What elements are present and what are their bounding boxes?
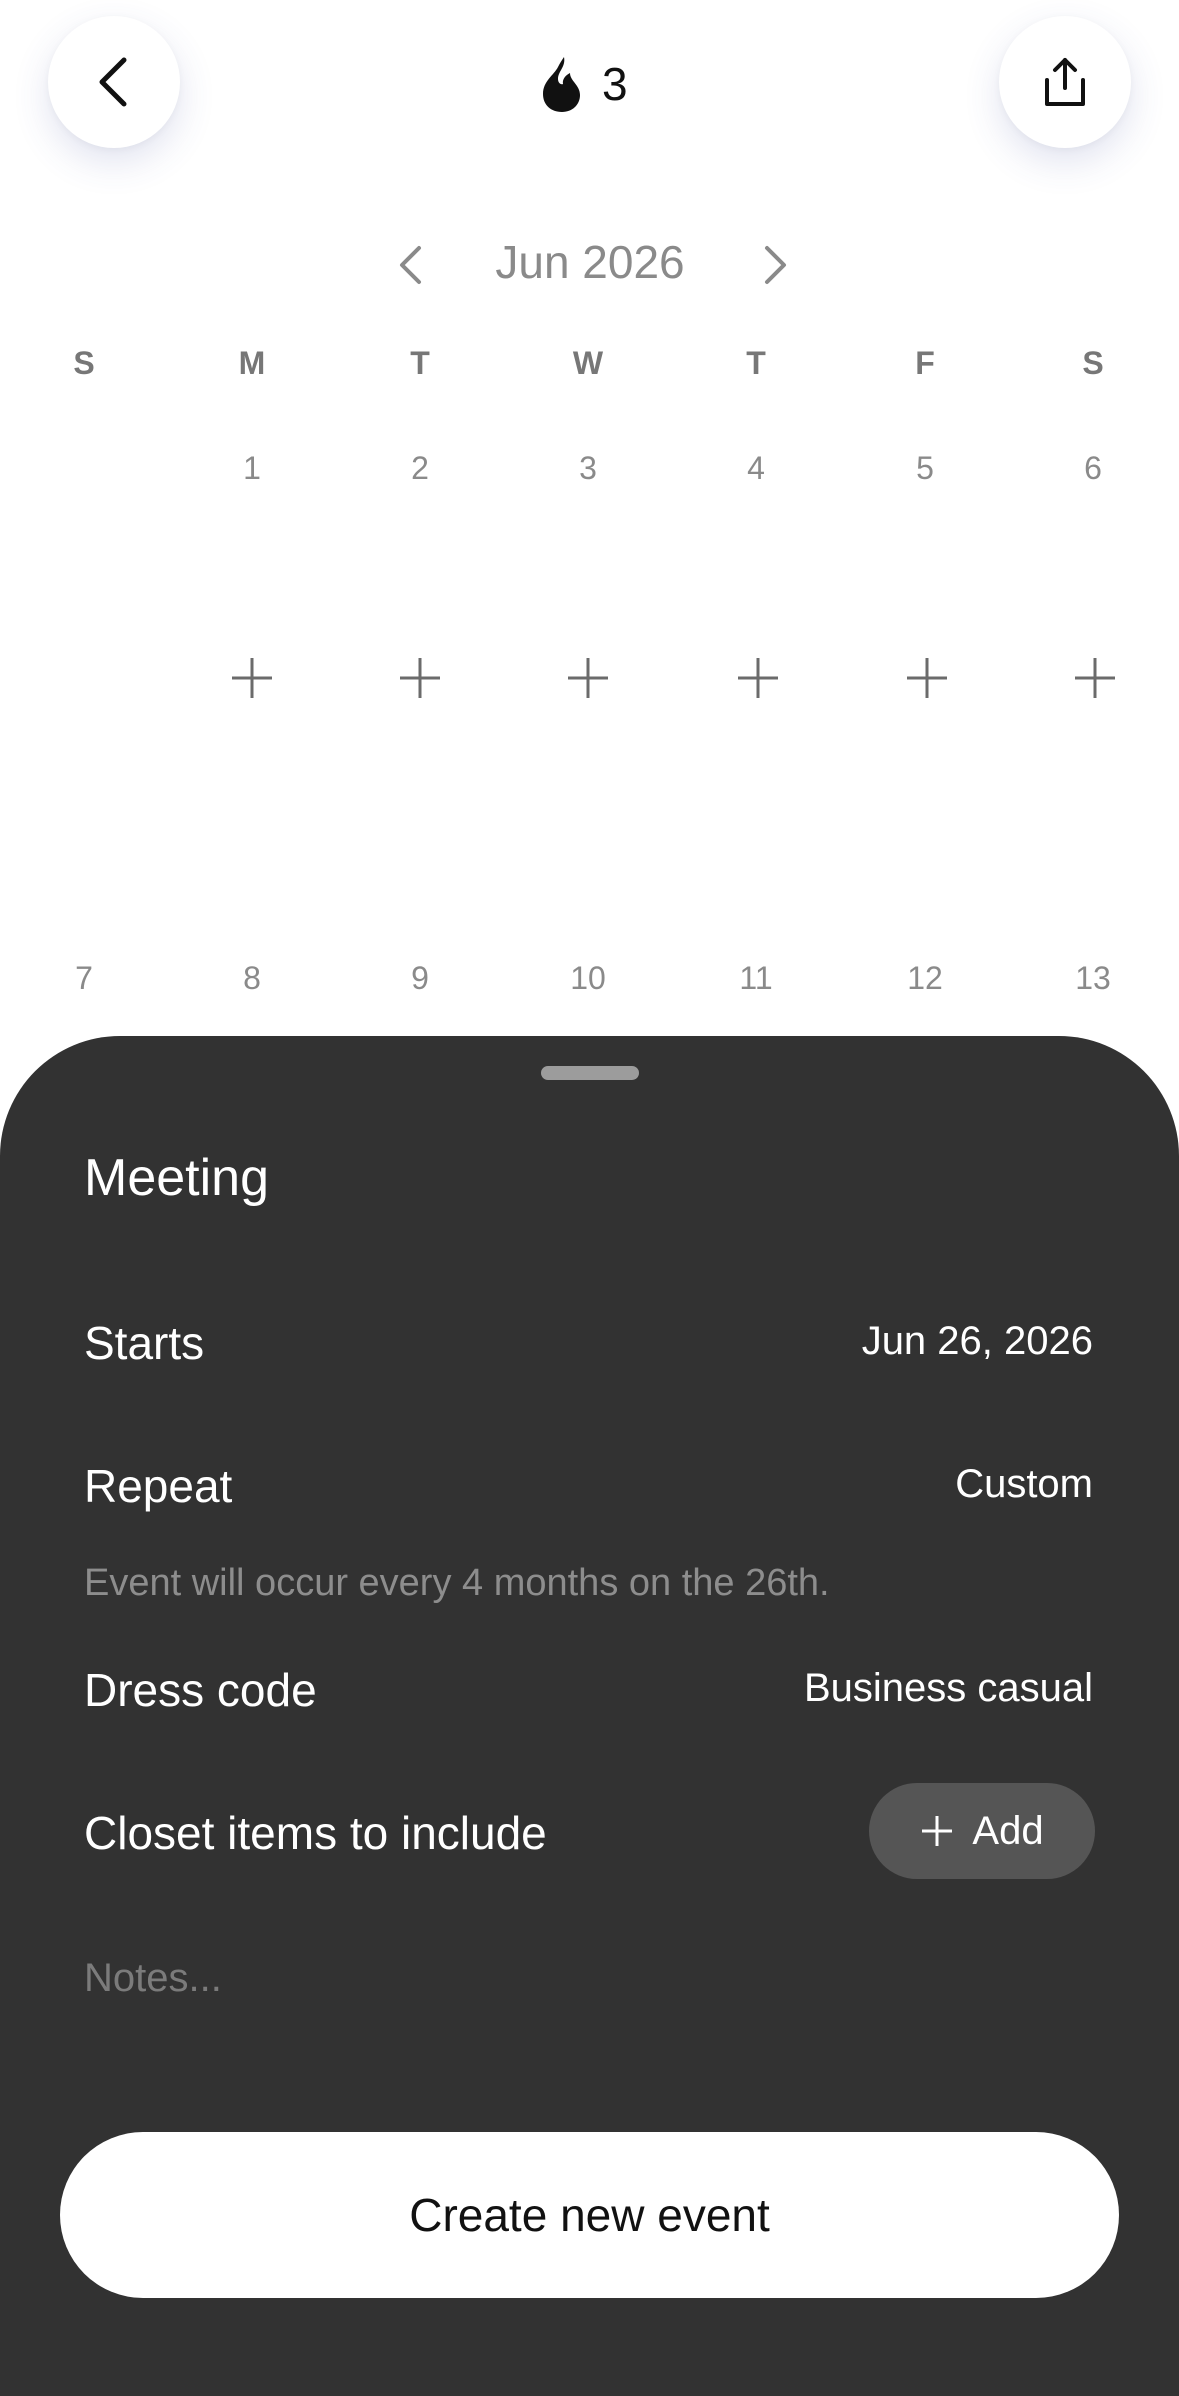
event-editor-screen: 3 Jun 2026 S M T W T F S 1 2 3 4 5 6 7 8…	[0, 0, 1179, 2396]
plus-icon	[568, 658, 608, 698]
weekday-label: T	[410, 345, 430, 381]
calendar-day[interactable]: 3	[528, 450, 648, 487]
add-outfit-button[interactable]	[360, 648, 480, 708]
calendar-day[interactable]: 13	[1033, 960, 1153, 997]
calendar-day[interactable]: 8	[192, 960, 312, 997]
closet-items-label: Closet items to include	[84, 1807, 547, 1859]
flame-icon	[543, 57, 580, 112]
add-button-label: Add	[972, 1808, 1044, 1853]
calendar-day[interactable]: 4	[696, 450, 816, 487]
weekday-label: S	[1082, 345, 1104, 381]
notes-input[interactable]: Notes...	[84, 1956, 222, 2001]
weekday-label: F	[915, 345, 935, 381]
weekday-label: W	[572, 345, 604, 381]
weekday-label: T	[746, 345, 766, 381]
add-outfit-button[interactable]	[192, 648, 312, 708]
calendar-day[interactable]: 10	[528, 960, 648, 997]
calendar-day[interactable]: 1	[192, 450, 312, 487]
next-month-button[interactable]	[751, 240, 801, 290]
calendar-day[interactable]: 9	[360, 960, 480, 997]
chevron-left-icon	[400, 246, 421, 284]
calendar-day[interactable]: 7	[24, 960, 144, 997]
plus-icon	[738, 658, 778, 698]
plus-icon	[400, 658, 440, 698]
streak-counter: 3	[540, 52, 628, 116]
weekday-label: M	[238, 345, 266, 381]
calendar-day[interactable]: 5	[865, 450, 985, 487]
add-outfit-button[interactable]	[698, 648, 818, 708]
dress-code-label: Dress code	[84, 1664, 317, 1716]
repeat-label: Repeat	[84, 1460, 233, 1512]
share-icon	[1045, 58, 1085, 106]
chevron-right-icon	[765, 246, 786, 284]
create-event-button[interactable]: Create new event	[60, 2132, 1119, 2298]
add-closet-item-button[interactable]: Add	[869, 1783, 1095, 1879]
plus-icon	[1075, 658, 1115, 698]
calendar-week: 1 2 3 4 5 6	[0, 450, 1179, 510]
streak-count: 3	[602, 58, 628, 110]
add-outfit-button[interactable]	[1035, 648, 1155, 708]
dress-code-value[interactable]: Business casual	[804, 1666, 1093, 1711]
plus-icon	[922, 1816, 953, 1846]
event-bottom-sheet: Meeting Starts Jun 26, 2026 Repeat Custo…	[0, 1036, 1179, 2396]
calendar-day[interactable]: 12	[865, 960, 985, 997]
repeat-value[interactable]: Custom	[955, 1462, 1093, 1507]
calendar-week: 7 8 9 10 11 12 13	[0, 960, 1179, 1020]
month-navigation: Jun 2026	[0, 230, 1179, 300]
add-outfit-row	[0, 648, 1179, 708]
weekday-header: S M T W T F S	[0, 345, 1179, 405]
repeat-description: Event will occur every 4 months on the 2…	[84, 1562, 830, 1604]
back-button[interactable]	[48, 16, 180, 148]
plus-icon	[232, 658, 272, 698]
calendar-day[interactable]: 2	[360, 450, 480, 487]
add-outfit-button[interactable]	[528, 648, 648, 708]
starts-label: Starts	[84, 1317, 205, 1369]
chevron-left-icon	[99, 57, 127, 107]
previous-month-button[interactable]	[385, 240, 435, 290]
share-button[interactable]	[999, 16, 1131, 148]
sheet-drag-handle[interactable]	[541, 1066, 639, 1080]
month-label: Jun 2026	[495, 236, 685, 288]
create-event-label: Create new event	[409, 2189, 770, 2241]
starts-value[interactable]: Jun 26, 2026	[862, 1319, 1093, 1364]
plus-icon	[907, 658, 947, 698]
weekday-label: S	[73, 345, 95, 381]
calendar-day[interactable]: 6	[1033, 450, 1153, 487]
add-outfit-button[interactable]	[867, 648, 987, 708]
calendar-day[interactable]: 11	[696, 960, 816, 997]
event-title[interactable]: Meeting	[84, 1148, 269, 1208]
